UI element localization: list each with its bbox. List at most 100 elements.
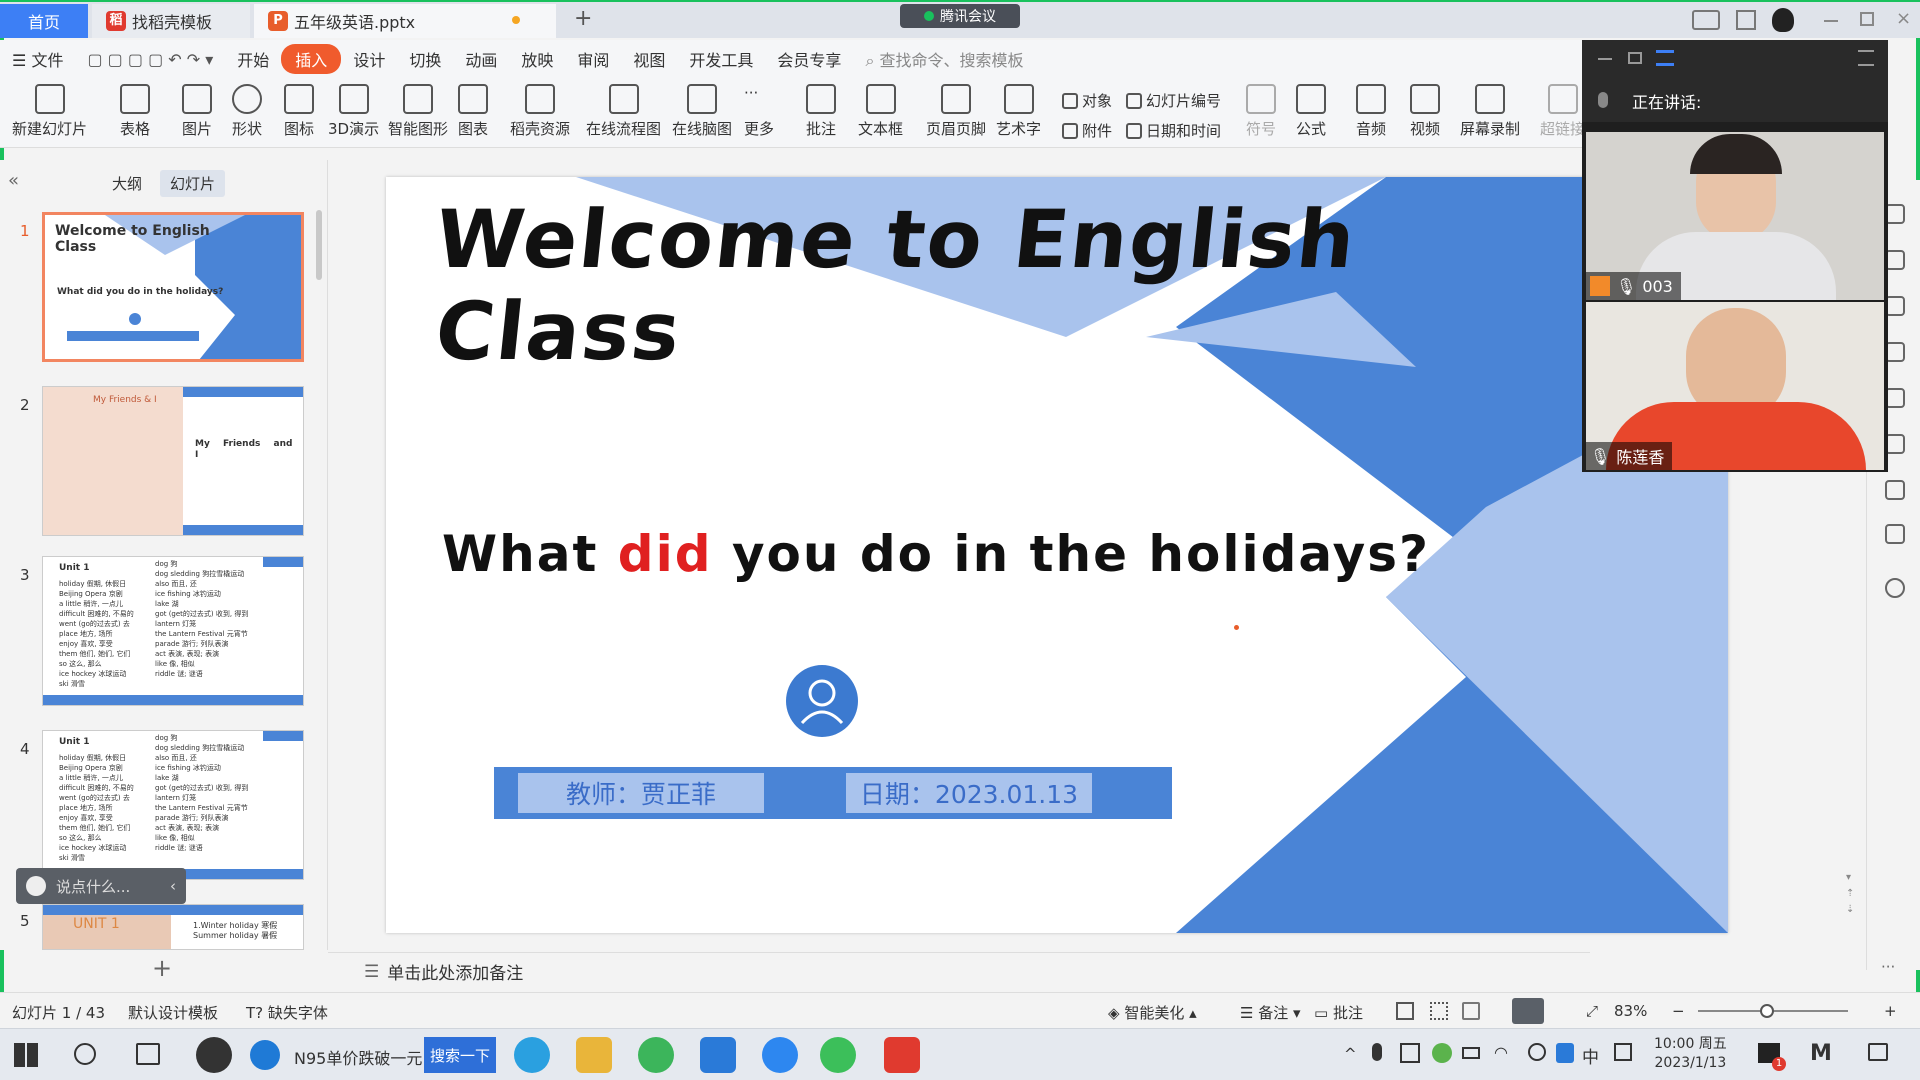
menu-developer[interactable]: 开发工具 <box>677 47 765 71</box>
normal-view-icon[interactable] <box>1396 1002 1414 1020</box>
search-icon[interactable] <box>74 1043 96 1065</box>
task-view-icon[interactable] <box>136 1043 160 1065</box>
slide-thumb-4[interactable]: Unit 1 holiday 假期, 休假日 Beijing Opera 京剧 a … <box>42 730 304 880</box>
picture-button[interactable]: 图片 <box>182 84 212 139</box>
slide-canvas[interactable]: Welcome to English Class What did you do… <box>386 177 1728 933</box>
new-tab-button[interactable]: + <box>574 6 592 31</box>
menu-animation[interactable]: 动画 <box>453 47 509 71</box>
attachment-button[interactable]: 附件 <box>1062 120 1112 141</box>
search-now-button[interactable]: 搜索一下 <box>424 1037 496 1073</box>
mindmap-button[interactable]: 在线脑图 <box>672 84 732 139</box>
slide-thumb-5[interactable]: UNIT 1 1.Winter holiday 寒假 Summer holiday… <box>42 904 304 950</box>
meeting-indicator[interactable]: 腾讯会议 <box>900 4 1020 28</box>
volume-icon[interactable] <box>1528 1043 1546 1061</box>
menu-icon[interactable] <box>1858 50 1874 66</box>
icon-button[interactable]: 图标 <box>284 84 314 139</box>
new-slide-button[interactable]: 新建幻灯片 <box>12 84 87 139</box>
table-button[interactable]: 表格 <box>120 84 150 139</box>
slide-number-button[interactable]: 幻灯片编号 <box>1126 90 1221 111</box>
chart-button[interactable]: 图表 <box>458 84 488 139</box>
zoom-level[interactable]: 83% <box>1614 1002 1647 1020</box>
header-footer-button[interactable]: 页眉页脚 <box>926 84 986 139</box>
design-template[interactable]: 默认设计模板 <box>128 1002 218 1023</box>
wifi-icon[interactable]: ◠ <box>1494 1043 1508 1062</box>
more-button[interactable]: ··· 更多 <box>744 84 774 139</box>
compass-icon[interactable] <box>1885 480 1905 500</box>
action-center-icon[interactable] <box>1868 1043 1888 1061</box>
more-options-icon[interactable]: ··· <box>1881 958 1895 976</box>
video-button[interactable]: 视频 <box>1410 84 1440 139</box>
tray-expand-icon[interactable]: ^ <box>1344 1045 1357 1063</box>
app-pinwheel-icon[interactable] <box>196 1037 232 1073</box>
slide-thumb-1[interactable]: Welcome to English Class What did you do… <box>42 212 304 362</box>
file-explorer-icon[interactable] <box>576 1037 612 1073</box>
reading-view-icon[interactable] <box>1462 1002 1480 1020</box>
wordart-button[interactable]: 艺术字 <box>996 84 1041 139</box>
rocket-icon[interactable] <box>1885 204 1905 224</box>
star-icon[interactable] <box>1885 296 1905 316</box>
play-slideshow-button[interactable] <box>1512 998 1544 1024</box>
app-bolt-icon[interactable] <box>762 1037 798 1073</box>
tray-green-icon[interactable] <box>1432 1043 1452 1063</box>
flowchart-button[interactable]: 在线流程图 <box>586 84 661 139</box>
3d-button[interactable]: 3D演示 <box>328 84 379 139</box>
menu-slideshow[interactable]: 放映 <box>509 47 565 71</box>
browser-green-icon[interactable] <box>638 1037 674 1073</box>
comment-toggle[interactable]: ▭ 批注 <box>1314 1002 1363 1023</box>
menu-insert[interactable]: 插入 <box>281 44 342 74</box>
smart-beautify-button[interactable]: ◈ 智能美化 ▴ <box>1108 1002 1197 1023</box>
tab-document[interactable]: P 五年级英语.pptx <box>254 4 556 38</box>
battery-icon[interactable] <box>1462 1047 1480 1059</box>
ie-headline[interactable]: N95单价跌破一元 <box>294 1045 422 1069</box>
symbol-button[interactable]: 符号 <box>1246 84 1276 139</box>
app-m-icon[interactable]: M <box>1810 1041 1832 1066</box>
audio-button[interactable]: 音频 <box>1356 84 1386 139</box>
wechat-icon[interactable] <box>820 1037 856 1073</box>
tray-app-icon[interactable] <box>1400 1043 1420 1063</box>
fit-window-icon[interactable]: ⤢ <box>1586 1002 1598 1020</box>
tray-mic-icon[interactable] <box>1372 1043 1382 1061</box>
shape-button[interactable]: 形状 <box>232 84 262 139</box>
security-shield-icon[interactable] <box>1556 1043 1574 1063</box>
windows-start-icon[interactable] <box>14 1043 38 1067</box>
video-tile-003[interactable]: 🎙 003 <box>1586 132 1884 300</box>
collapse-chat-icon[interactable]: ‹ <box>170 877 176 895</box>
tab-slides[interactable]: 幻灯片 <box>160 170 226 197</box>
settings-icon[interactable] <box>1885 250 1905 270</box>
help-icon[interactable] <box>1885 578 1905 598</box>
add-slide-button[interactable]: + <box>152 954 172 982</box>
menu-view[interactable]: 视图 <box>621 47 677 71</box>
textbox-button[interactable]: 文本框 <box>858 84 903 139</box>
qq-avatar-icon[interactable] <box>1772 8 1794 32</box>
docer-resources-button[interactable]: 稻壳资源 <box>510 84 570 139</box>
minimize-icon[interactable] <box>1598 58 1612 60</box>
shape-edit-icon[interactable] <box>1885 388 1905 408</box>
scroll-nav-arrows[interactable]: ▾ ⇡ ⇣ <box>1846 870 1854 918</box>
window-layout-icon[interactable] <box>1692 10 1720 30</box>
chat-input[interactable]: 说点什么... ‹ <box>16 868 186 904</box>
layout-list-icon[interactable] <box>1656 50 1674 66</box>
wps-icon[interactable] <box>884 1037 920 1073</box>
missing-font-button[interactable]: T? 缺失字体 <box>246 1002 328 1023</box>
notes-toggle[interactable]: ☰ 备注 ▾ <box>1240 1002 1301 1023</box>
emoji-icon[interactable] <box>26 876 46 896</box>
tab-home[interactable]: 首页 <box>0 4 88 38</box>
zoom-in-button[interactable]: + <box>1884 1002 1897 1020</box>
restore-icon[interactable] <box>1860 12 1874 26</box>
menu-start[interactable]: 开始 <box>225 47 281 71</box>
hyperlink-button[interactable]: 超链接 <box>1540 84 1585 139</box>
quick-access-toolbar[interactable]: ▢ ▢ ▢ ▢ ↶ ↷ ▾ <box>75 50 225 69</box>
smartart-button[interactable]: 智能图形 <box>388 84 448 139</box>
ime-indicator[interactable]: 中 <box>1582 1043 1599 1068</box>
menu-design[interactable]: 设计 <box>341 47 397 71</box>
menu-member[interactable]: 会员专享 <box>765 47 853 71</box>
panel-scrollbar[interactable] <box>316 210 322 280</box>
clock[interactable]: 10:00 周五 2023/1/13 <box>1654 1035 1727 1073</box>
ime-mode-icon[interactable] <box>1614 1043 1632 1061</box>
video-tile-chen[interactable]: 🎙 陈莲香 <box>1586 302 1884 470</box>
book-icon[interactable] <box>1885 524 1905 544</box>
menu-review[interactable]: 审阅 <box>565 47 621 71</box>
command-search[interactable]: ⌕ 查找命令、搜索模板 <box>853 47 1035 71</box>
ie-browser-icon[interactable] <box>250 1040 280 1070</box>
slide-thumb-3[interactable]: Unit 1 holiday 假期, 休假日 Beijing Opera 京剧 a … <box>42 556 304 706</box>
